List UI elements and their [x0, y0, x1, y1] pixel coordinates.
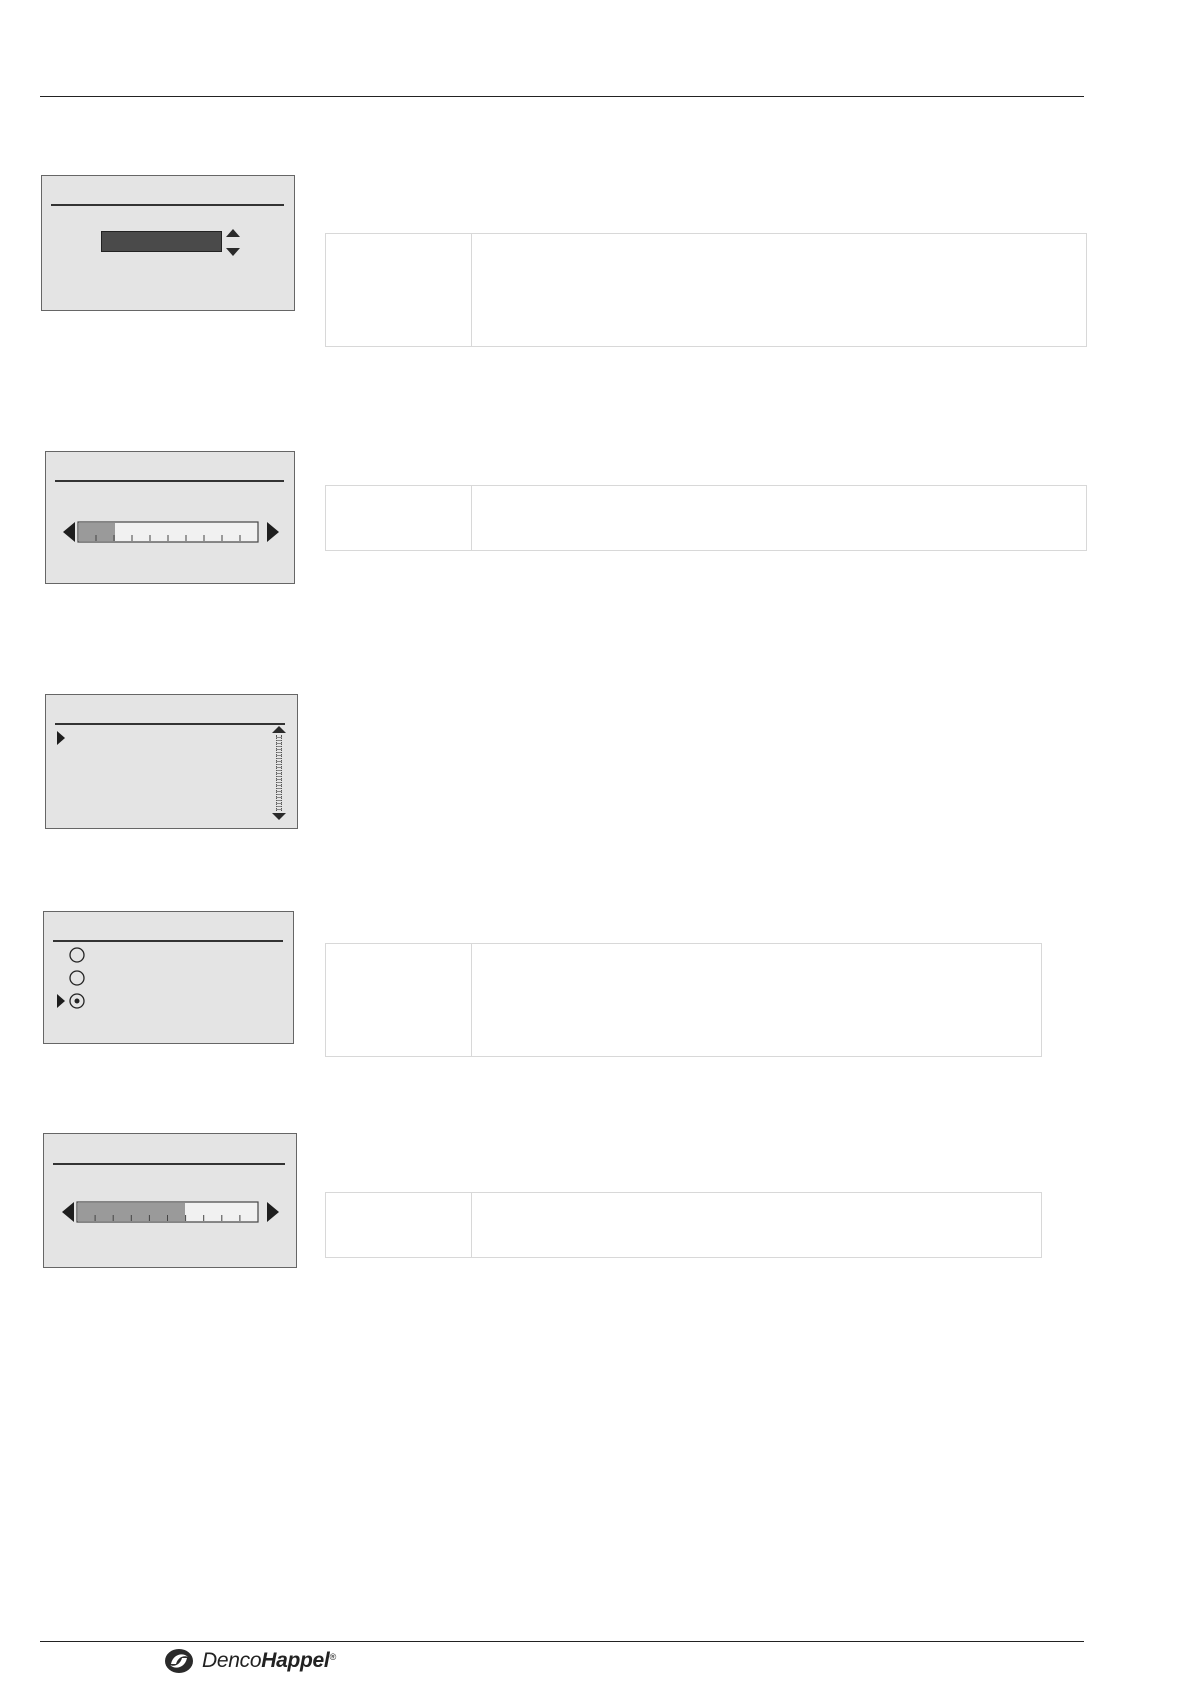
- lcd-title-line: [51, 204, 284, 206]
- info-table-key-cell: [326, 486, 472, 550]
- logo-word-bold: Happel: [261, 1649, 330, 1672]
- scroll-up-icon[interactable]: [271, 725, 287, 734]
- logo-wordmark: DencoHappel®: [202, 1648, 336, 1674]
- footer-rule: [40, 1641, 1084, 1642]
- lcd-numeric-editor: [41, 175, 295, 311]
- arrow-left-icon: [62, 1202, 74, 1222]
- chevron-down-icon[interactable]: [225, 247, 241, 257]
- lcd-title-line: [53, 940, 283, 942]
- info-table-value-cell: [472, 234, 1086, 346]
- lcd-title-line: [55, 723, 285, 725]
- info-table-key-cell: [326, 1193, 472, 1257]
- chevron-up-icon[interactable]: [225, 228, 241, 238]
- cursor-arrow-icon: [57, 731, 65, 745]
- scrollbar[interactable]: [271, 725, 287, 821]
- list-item[interactable]: [70, 729, 270, 747]
- logo-registered-mark: ®: [329, 1652, 336, 1662]
- radio-icon[interactable]: [68, 946, 86, 964]
- lcd-slider-low: [45, 451, 295, 584]
- lcd-radio-group: [43, 911, 294, 1044]
- cursor-arrow-icon: [57, 994, 65, 1008]
- info-table-2: [325, 485, 1087, 551]
- radio-option[interactable]: [52, 946, 252, 964]
- brand-logo: DencoHappel®: [164, 1648, 336, 1674]
- dencohappel-logo-icon: [165, 1649, 193, 1673]
- lcd-list-scroll: [45, 694, 298, 829]
- radio-icon[interactable]: [68, 969, 86, 987]
- header-rule: [40, 96, 1084, 97]
- info-table-key-cell: [326, 234, 472, 346]
- scroll-track[interactable]: [276, 735, 282, 811]
- scroll-down-icon[interactable]: [271, 812, 287, 821]
- radio-option[interactable]: [52, 992, 252, 1010]
- info-table-value-cell: [472, 486, 1086, 550]
- arrow-right-icon: [267, 522, 279, 542]
- value-field[interactable]: [101, 231, 222, 252]
- info-table-4: [325, 1192, 1042, 1258]
- info-table-3: [325, 943, 1042, 1057]
- info-table-1: [325, 233, 1087, 347]
- lcd-title-line: [53, 1163, 285, 1165]
- lcd-title-line: [55, 480, 284, 482]
- radio-option[interactable]: [52, 969, 252, 987]
- radio-selected-icon[interactable]: [68, 992, 86, 1010]
- info-table-value-cell: [472, 1193, 1041, 1257]
- arrow-left-icon: [63, 522, 75, 542]
- lcd-slider-high: [43, 1133, 297, 1268]
- info-table-value-cell: [472, 944, 1041, 1056]
- slider-low[interactable]: [63, 520, 279, 544]
- arrow-right-icon: [267, 1202, 279, 1222]
- slider-fill: [79, 523, 115, 541]
- slider-high[interactable]: [62, 1200, 279, 1224]
- logo-word-regular: Denco: [202, 1649, 262, 1672]
- info-table-key-cell: [326, 944, 472, 1056]
